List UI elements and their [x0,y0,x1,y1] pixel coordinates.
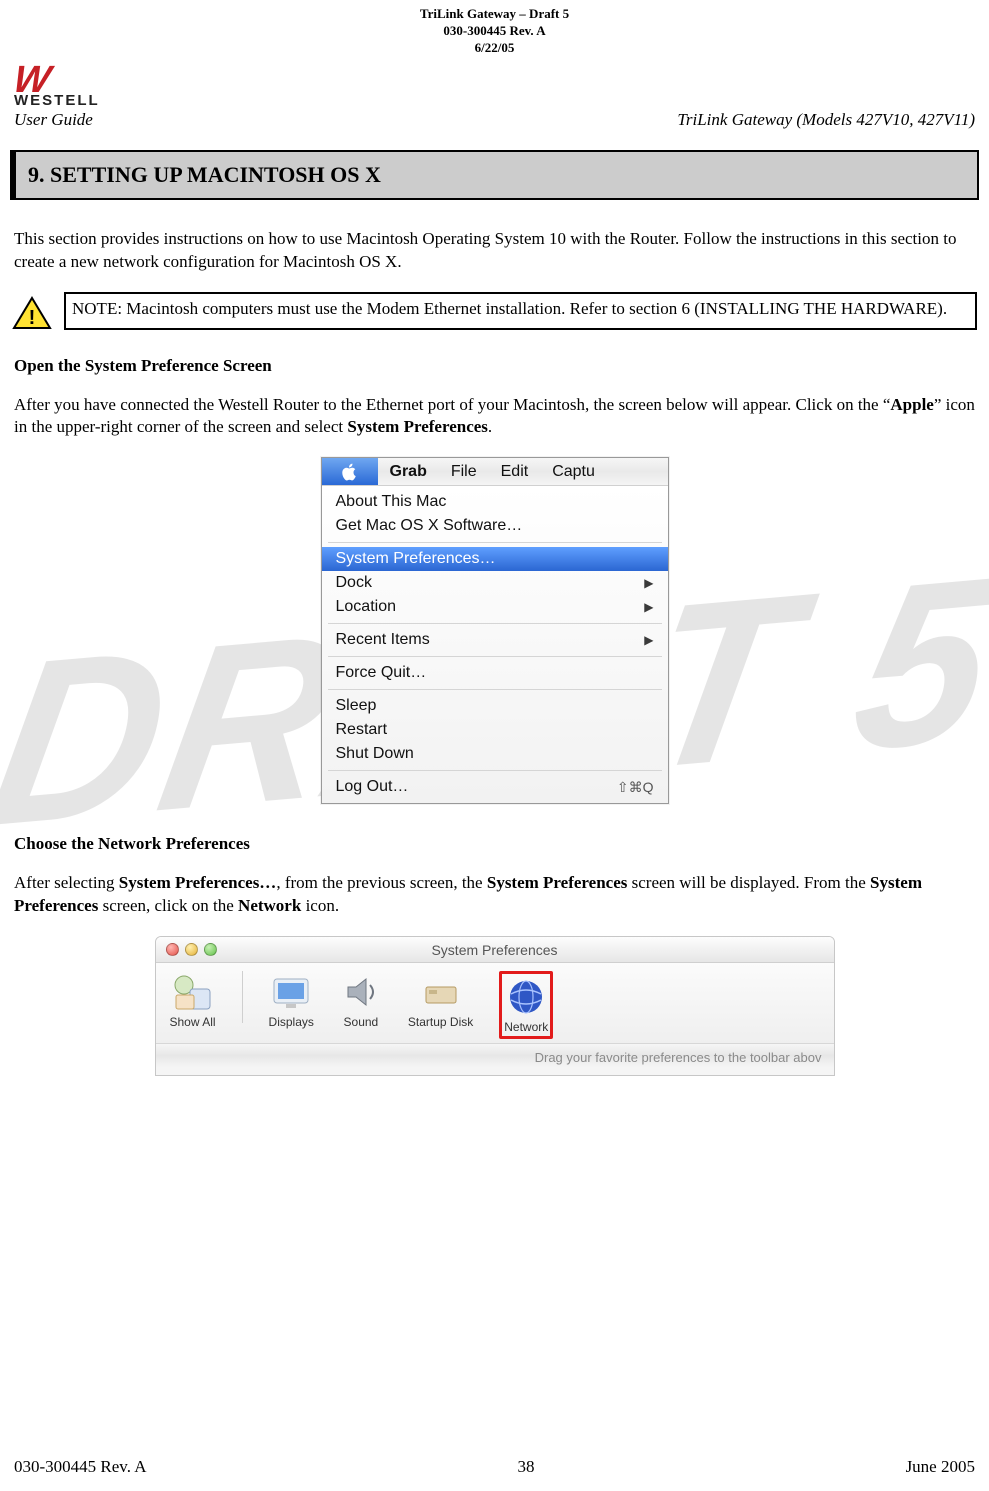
sub1-heading: Open the System Preference Screen [14,356,975,376]
menu-separator [328,656,662,657]
chevron-right-icon: ▶ [644,600,653,614]
mi-sleep[interactable]: Sleep [322,694,668,718]
sub1-bold-sysprefs: System Preferences [347,417,488,436]
toolbar-label: Displays [269,1015,314,1029]
warning-icon: ! [12,296,52,330]
sub1-paragraph: After you have connected the Westell Rou… [14,394,975,440]
models-title: TriLink Gateway (Models 427V10, 427V11) [677,110,975,130]
mi-recent-items[interactable]: Recent Items ▶ [322,628,668,652]
mi-shortcut: ⇧⌘Q [617,779,654,796]
mi-restart[interactable]: Restart [322,718,668,742]
chevron-right-icon: ▶ [644,633,653,647]
toolbar-label: Sound [344,1015,379,1029]
doc-meta-date: 6/22/05 [10,40,979,57]
t: screen, click on the [98,896,238,915]
intro-paragraph: This section provides instructions on ho… [14,228,975,274]
toolbar-separator [242,971,243,1023]
chevron-right-icon: ▶ [644,576,653,590]
mi-label: Get Mac OS X Software… [336,517,523,535]
sub1-bold-apple: Apple [890,395,933,414]
startup-disk-icon [420,971,462,1013]
sub2-paragraph: After selecting System Preferences…, fro… [14,872,975,918]
doc-meta-block: TriLink Gateway – Draft 5 030-300445 Rev… [10,6,979,57]
displays-icon [270,971,312,1013]
footer-right: June 2005 [906,1457,975,1477]
svg-text:!: ! [29,307,36,329]
footer-center: 38 [518,1457,535,1477]
section-header: 9. SETTING UP MACINTOSH OS X [10,150,979,200]
mi-force-quit[interactable]: Force Quit… [322,661,668,685]
toolbar-startup-disk[interactable]: Startup Disk [408,971,473,1029]
mi-label: Location [336,598,397,616]
sub1-text-a: After you have connected the Westell Rou… [14,395,890,414]
mi-label: System Preferences… [336,550,496,568]
mi-get-software[interactable]: Get Mac OS X Software… [322,514,668,538]
mi-location[interactable]: Location ▶ [322,595,668,619]
mi-about-this-mac[interactable]: About This Mac [322,490,668,514]
b: System Preferences [487,873,628,892]
mi-label: Shut Down [336,745,414,763]
mi-label: Sleep [336,697,377,715]
sound-icon [340,971,382,1013]
mi-shut-down[interactable]: Shut Down [322,742,668,766]
t: After selecting [14,873,119,892]
mi-log-out[interactable]: Log Out… ⇧⌘Q [322,775,668,799]
b: Network [238,896,301,915]
apple-menu-screenshot: Grab File Edit Captu About This Mac Get … [321,457,669,804]
toolbar-sound[interactable]: Sound [340,971,382,1029]
toolbar-label: Network [504,1020,548,1034]
mi-label: Restart [336,721,388,739]
menubar-item-grab[interactable]: Grab [378,463,439,481]
menu-separator [328,542,662,543]
note-row: ! NOTE: Macintosh computers must use the… [12,292,977,330]
westell-logo: W WESTELL [14,61,100,108]
mac-menubar: Grab File Edit Captu [322,458,668,486]
apple-dropdown: About This Mac Get Mac OS X Software… Sy… [322,486,668,803]
system-preferences-screenshot: System Preferences Show All [155,936,835,1076]
toolbar-label: Show All [170,1015,216,1029]
sysprefs-toolbar: Show All Displays [156,963,834,1044]
sysprefs-titlebar: System Preferences [156,937,834,963]
menubar-item-capture[interactable]: Captu [540,463,607,481]
mi-label: Log Out… [336,778,409,796]
apple-icon[interactable] [322,458,378,485]
toolbar-network[interactable]: Network [499,971,553,1039]
mi-system-preferences[interactable]: System Preferences… [322,547,668,571]
menu-separator [328,770,662,771]
mi-label: Recent Items [336,631,430,649]
sub2-heading: Choose the Network Preferences [14,834,975,854]
show-all-icon [172,971,214,1013]
menu-separator [328,623,662,624]
sub1-text-c: . [488,417,492,436]
mi-label: Force Quit… [336,664,427,682]
mi-label: Dock [336,574,372,592]
t: , from the previous screen, the [276,873,487,892]
doc-meta-title: TriLink Gateway – Draft 5 [10,6,979,23]
network-icon [505,976,547,1018]
b: System Preferences… [119,873,277,892]
toolbar-show-all[interactable]: Show All [170,971,216,1029]
menu-separator [328,689,662,690]
t: icon. [301,896,339,915]
toolbar-displays[interactable]: Displays [269,971,314,1029]
page-footer: 030-300445 Rev. A 38 June 2005 [0,1457,989,1477]
toolbar-label: Startup Disk [408,1015,473,1029]
t: screen will be displayed. From the [627,873,870,892]
sysprefs-hint: Drag your favorite preferences to the to… [156,1044,834,1075]
page-header-row: W WESTELL User Guide TriLink Gateway (Mo… [10,61,979,130]
footer-left: 030-300445 Rev. A [14,1457,147,1477]
note-text: NOTE: Macintosh computers must use the M… [64,292,977,330]
user-guide-label: User Guide [14,110,100,130]
mi-label: About This Mac [336,493,447,511]
menubar-item-file[interactable]: File [439,463,489,481]
doc-meta-number: 030-300445 Rev. A [10,23,979,40]
logo-swoosh-icon: W [11,61,103,99]
menubar-item-edit[interactable]: Edit [489,463,541,481]
window-title: System Preferences [156,942,834,958]
mi-dock[interactable]: Dock ▶ [322,571,668,595]
